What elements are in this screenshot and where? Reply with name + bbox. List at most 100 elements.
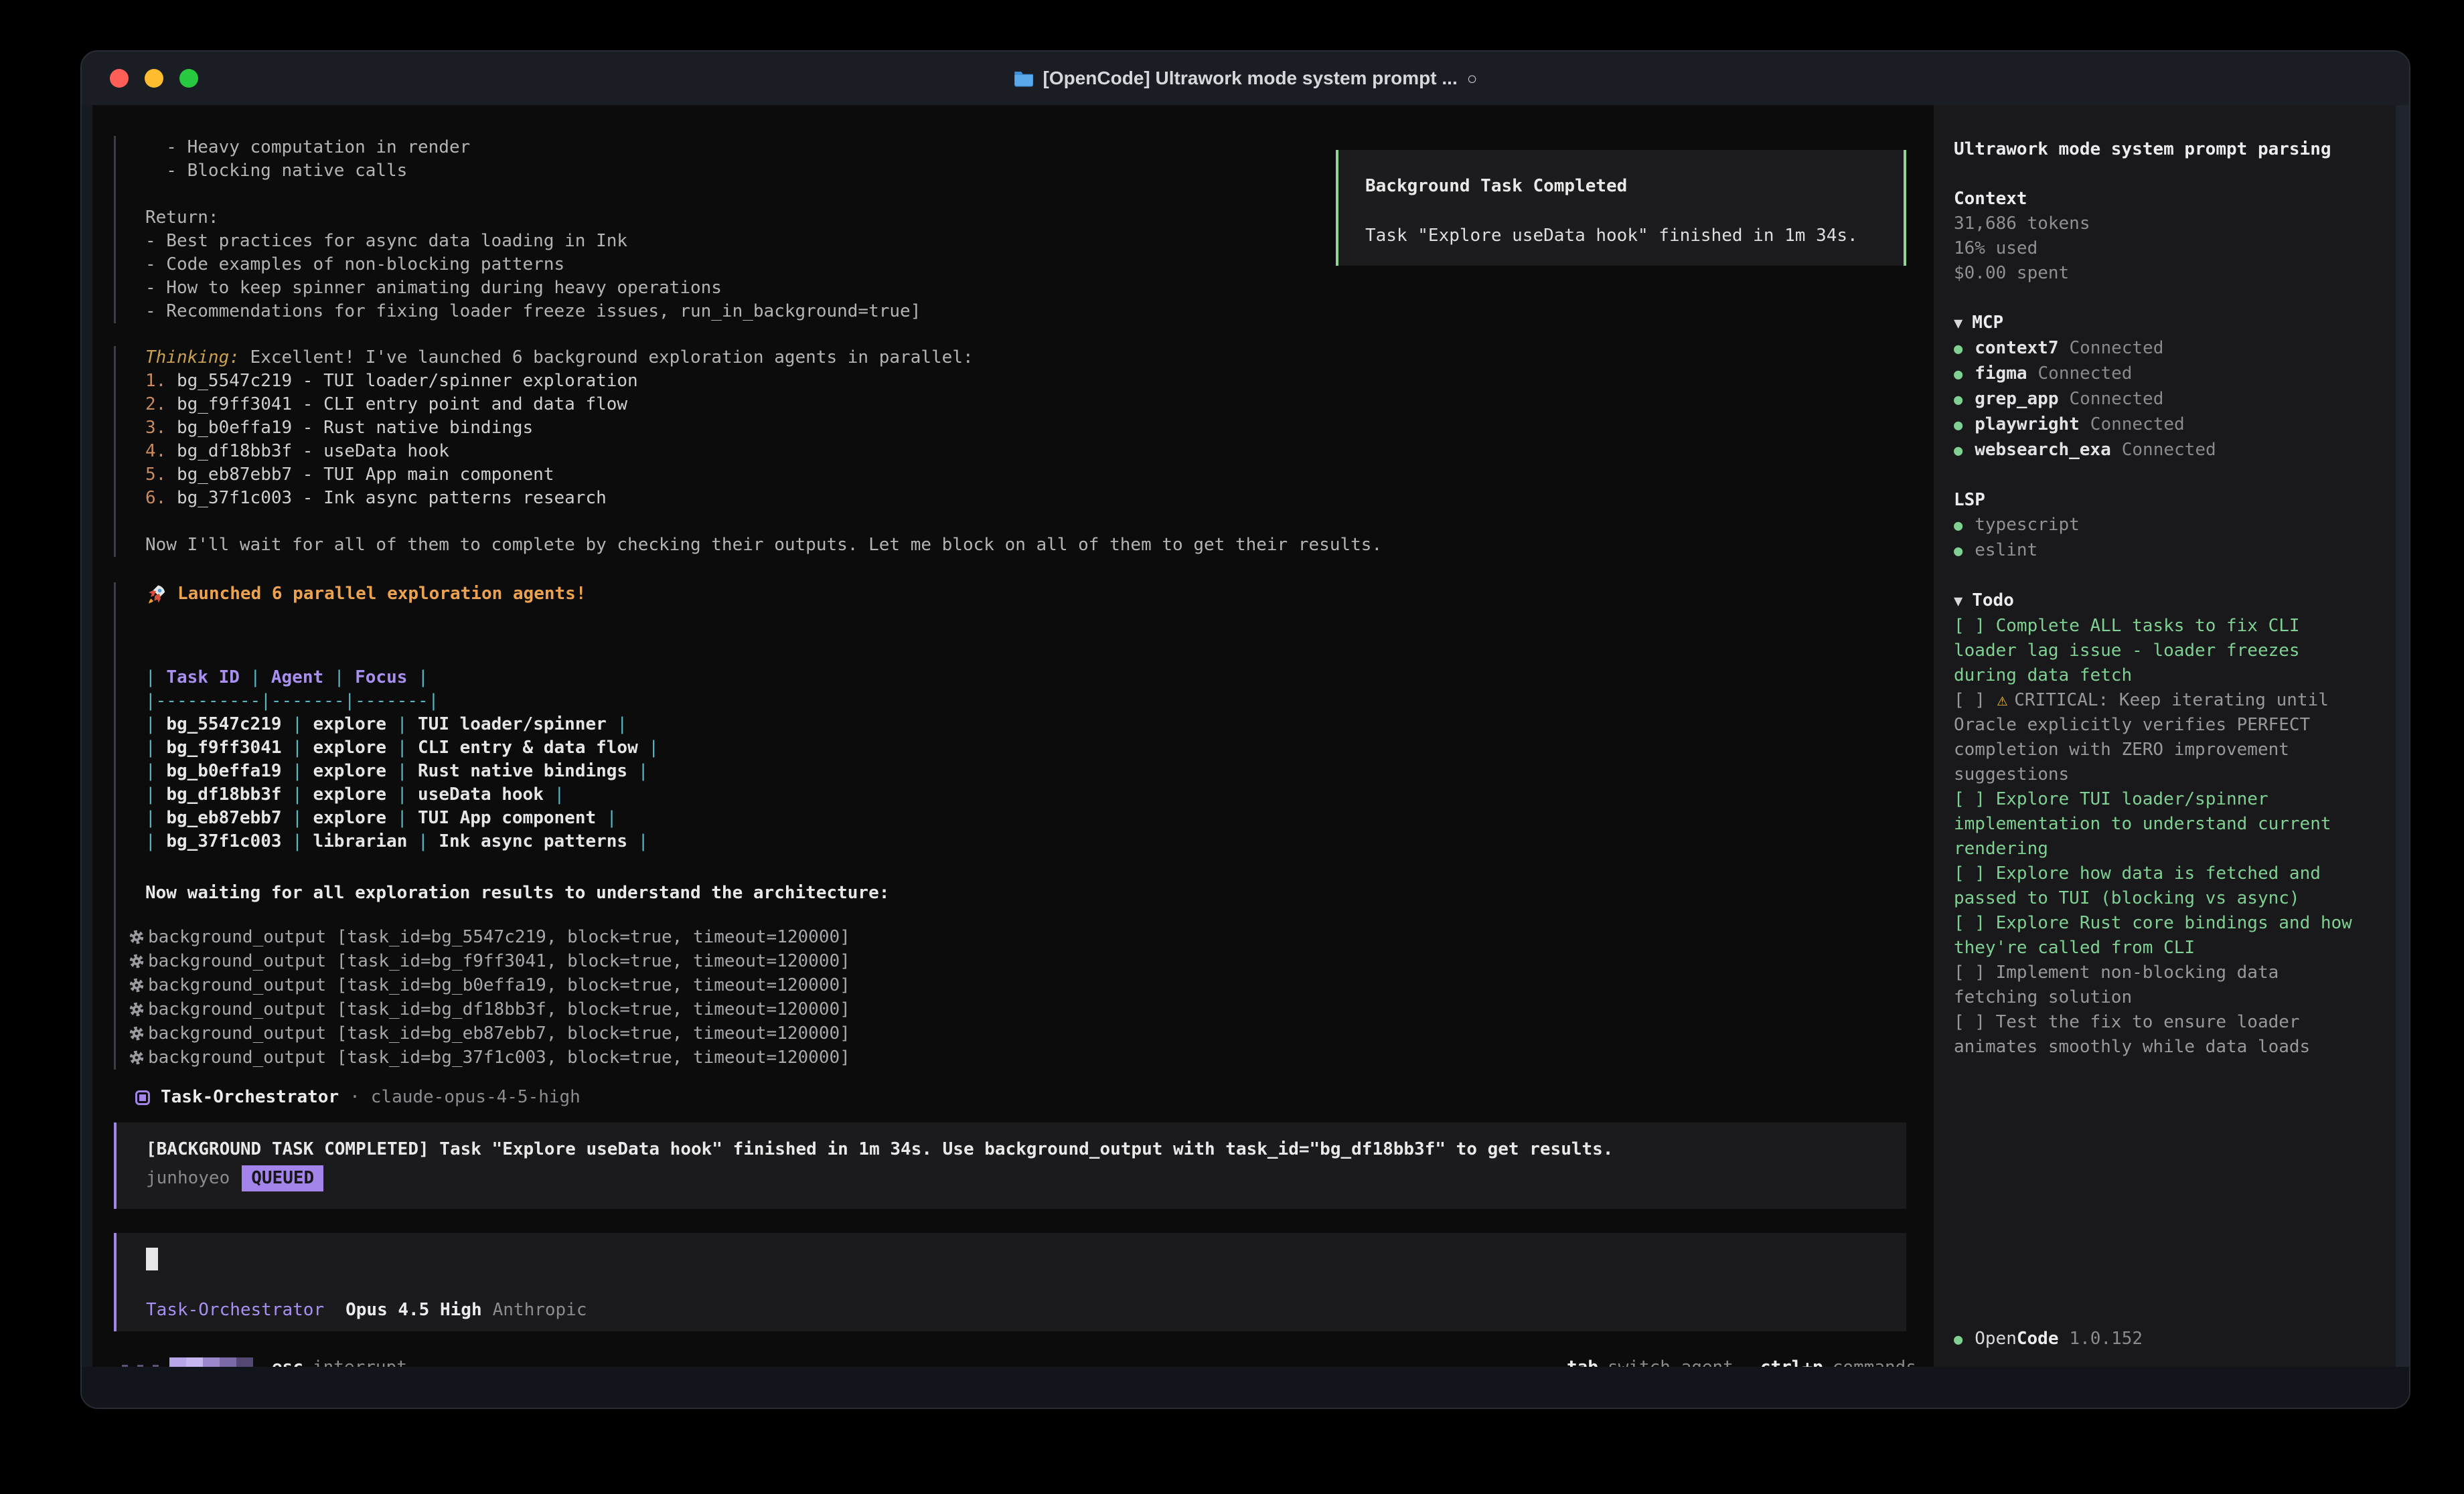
- ctrlp-key-hint: ctrl+p: [1760, 1356, 1823, 1367]
- table-row: | bg_37f1c003 | librarian | Ink async pa…: [145, 830, 1934, 853]
- close-window-button[interactable]: [110, 69, 129, 88]
- assistant-response-block: Launched 6 parallel exploration agents! …: [114, 582, 1934, 1070]
- esc-key-label: interrupt: [313, 1356, 407, 1367]
- scrollbar-track[interactable]: [2396, 105, 2409, 1367]
- status-dot-icon: ●: [1954, 337, 1962, 361]
- notification-title: Background Task Completed: [1365, 174, 1904, 199]
- status-dot-icon: ●: [1954, 513, 1962, 538]
- blank-line: [145, 853, 1934, 882]
- tool-call-line: background_output [task_id=bg_f9ff3041, …: [128, 949, 1934, 973]
- gear-icon: [128, 928, 145, 946]
- lsp-list: ● typescript ● eslint: [1954, 513, 2396, 564]
- gear-icon: [128, 1001, 145, 1018]
- table-row: | bg_f9ff3041 | explore | CLI entry & da…: [145, 736, 1934, 760]
- todo-text: Implement non-blocking data fetching sol…: [1954, 963, 2279, 1007]
- text-line: - How to keep spinner animating during h…: [145, 276, 1934, 300]
- thinking-outro: Now I'll wait for all of them to complet…: [145, 533, 1934, 557]
- queued-badge: QUEUED: [242, 1165, 323, 1191]
- status-dot-icon: ●: [1954, 539, 1962, 564]
- tool-call-line: background_output [task_id=bg_37f1c003, …: [128, 1046, 1934, 1070]
- todo-heading[interactable]: ▼Todo: [1954, 588, 2396, 614]
- lsp-section: LSP ● typescript ● eslint: [1954, 488, 2396, 564]
- mcp-section: ▼MCP ● context7 Connected ● figma Con: [1954, 311, 2396, 463]
- table-body: | bg_5547c219 | explore | TUI loader/spi…: [145, 713, 1934, 853]
- window-title: [OpenCode] Ultrawork mode system prompt …: [1043, 68, 1458, 89]
- tool-call-line: background_output [task_id=bg_b0effa19, …: [128, 973, 1934, 997]
- agent-model: claude-opus-4-5-high: [371, 1086, 581, 1109]
- gear-icon: [128, 1025, 145, 1042]
- background-task-notification[interactable]: Background Task Completed Task "Explore …: [1336, 150, 1906, 266]
- gear-icon: [128, 1049, 145, 1066]
- agent-list-item: 1. bg_5547c219 - TUI loader/spinner expl…: [145, 369, 1934, 393]
- todo-item: [ ] Complete ALL tasks to fix CLI loader…: [1954, 614, 2356, 688]
- minimize-window-button[interactable]: [145, 69, 163, 88]
- status-bar: esc interrupt tab switch agent ctrl+p co…: [92, 1346, 1934, 1367]
- agent-list-item: 4. bg_df18bb3f - useData hook: [145, 440, 1934, 463]
- thinking-label: Thinking:: [145, 347, 240, 367]
- lsp-item: ● typescript: [1954, 513, 2396, 538]
- todo-checkbox: [ ]: [1954, 863, 1996, 884]
- blank-line: [145, 510, 1934, 533]
- collapse-triangle-icon: ▼: [1954, 593, 1962, 610]
- todo-text: Test the fix to ensure loader animates s…: [1954, 1012, 2310, 1057]
- mcp-item: ● websearch_exa Connected: [1954, 438, 2396, 463]
- status-dot-icon: ●: [1954, 388, 1962, 412]
- tool-call-line: background_output [task_id=bg_5547c219, …: [128, 925, 1934, 949]
- mcp-item: ● figma Connected: [1954, 361, 2396, 387]
- input-agent-name: Task-Orchestrator: [146, 1299, 324, 1322]
- sidebar: Ultrawork mode system prompt parsing Con…: [1934, 105, 2409, 1367]
- agent-list-item: 5. bg_eb87ebb7 - TUI App main component: [145, 463, 1934, 487]
- folder-icon: [1014, 70, 1034, 87]
- mcp-heading[interactable]: ▼MCP: [1954, 311, 2396, 336]
- mcp-item: ● context7 Connected: [1954, 336, 2396, 361]
- window-bottom-chrome: [82, 1367, 2409, 1409]
- username: junhoyeo: [146, 1166, 230, 1191]
- todo-checkbox: [ ]: [1954, 963, 1996, 983]
- lsp-heading: LSP: [1954, 488, 2396, 513]
- todo-text: Explore how data is fetched and passed t…: [1954, 863, 2321, 908]
- brand-name: Open: [1975, 1327, 2017, 1351]
- terminal-window: [OpenCode] Ultrawork mode system prompt …: [80, 50, 2410, 1409]
- tool-call-line: background_output [task_id=bg_eb87ebb7, …: [128, 1021, 1934, 1046]
- mcp-item: ● grep_app Connected: [1954, 387, 2396, 412]
- waiting-text: Now waiting for all exploration results …: [145, 882, 1934, 905]
- agent-name: Task-Orchestrator: [161, 1086, 339, 1109]
- table-row: | bg_b0effa19 | explore | Rust native bi…: [145, 760, 1934, 783]
- context-stat-line: 31,686 tokens: [1954, 212, 2396, 236]
- table-header-row: | Task ID | Agent | Focus |: [145, 666, 1934, 689]
- agent-list-item: 3. bg_b0effa19 - Rust native bindings: [145, 416, 1934, 440]
- todo-item: [ ] ⚠CRITICAL: Keep iterating until Orac…: [1954, 688, 2356, 787]
- spinner-gradient-bar: [169, 1357, 253, 1367]
- zoom-window-button[interactable]: [179, 69, 198, 88]
- prompt-input[interactable]: Task-Orchestrator Opus 4.5 High Anthropi…: [114, 1233, 1906, 1331]
- context-section: Context 31,686 tokens16% used$0.00 spent: [1954, 187, 2396, 286]
- todo-item: [ ] Test the fix to ensure loader animat…: [1954, 1010, 2356, 1060]
- ctrlp-key-label: commands: [1833, 1356, 1916, 1367]
- text-cursor: [146, 1248, 158, 1270]
- launch-text: Launched 6 parallel exploration agents!: [177, 582, 586, 606]
- input-model-name: Opus 4.5 High: [345, 1299, 482, 1322]
- gear-icon: [128, 952, 145, 970]
- thinking-agent-list: 1. bg_5547c219 - TUI loader/spinner expl…: [145, 369, 1934, 510]
- blank-line: [145, 643, 1934, 666]
- status-dot-icon: ●: [1954, 1327, 1962, 1352]
- context-stats: 31,686 tokens16% used$0.00 spent: [1954, 212, 2396, 286]
- chat-area: - Heavy computation in render - Blocking…: [92, 105, 1934, 1367]
- task-table: | Task ID | Agent | Focus | |----------|…: [145, 666, 1934, 853]
- table-row: | bg_5547c219 | explore | TUI loader/spi…: [145, 713, 1934, 736]
- launch-line: Launched 6 parallel exploration agents!: [145, 582, 1934, 606]
- todo-checkbox: [ ]: [1954, 1012, 1996, 1032]
- todo-text: Complete ALL tasks to fix CLI loader lag…: [1954, 616, 2300, 685]
- gear-icon: [128, 977, 145, 994]
- rocket-icon: [145, 583, 168, 606]
- blank-line: [145, 905, 1934, 925]
- todo-checkbox: [ ]: [1954, 616, 1996, 636]
- table-row: | bg_df18bb3f | explore | useData hook |: [145, 783, 1934, 807]
- title-bar[interactable]: [OpenCode] Ultrawork mode system prompt …: [82, 52, 2409, 105]
- todo-item: [ ] Implement non-blocking data fetching…: [1954, 961, 2356, 1010]
- tool-call-line: background_output [task_id=bg_df18bb3f, …: [128, 997, 1934, 1021]
- background-task-completed-box: [BACKGROUND TASK COMPLETED] Task "Explor…: [114, 1123, 1906, 1209]
- todo-text: Explore TUI loader/spinner implementatio…: [1954, 789, 2331, 859]
- notification-body: Task "Explore useData hook" finished in …: [1365, 224, 1904, 248]
- proxy-circle-icon: ○: [1467, 68, 1478, 89]
